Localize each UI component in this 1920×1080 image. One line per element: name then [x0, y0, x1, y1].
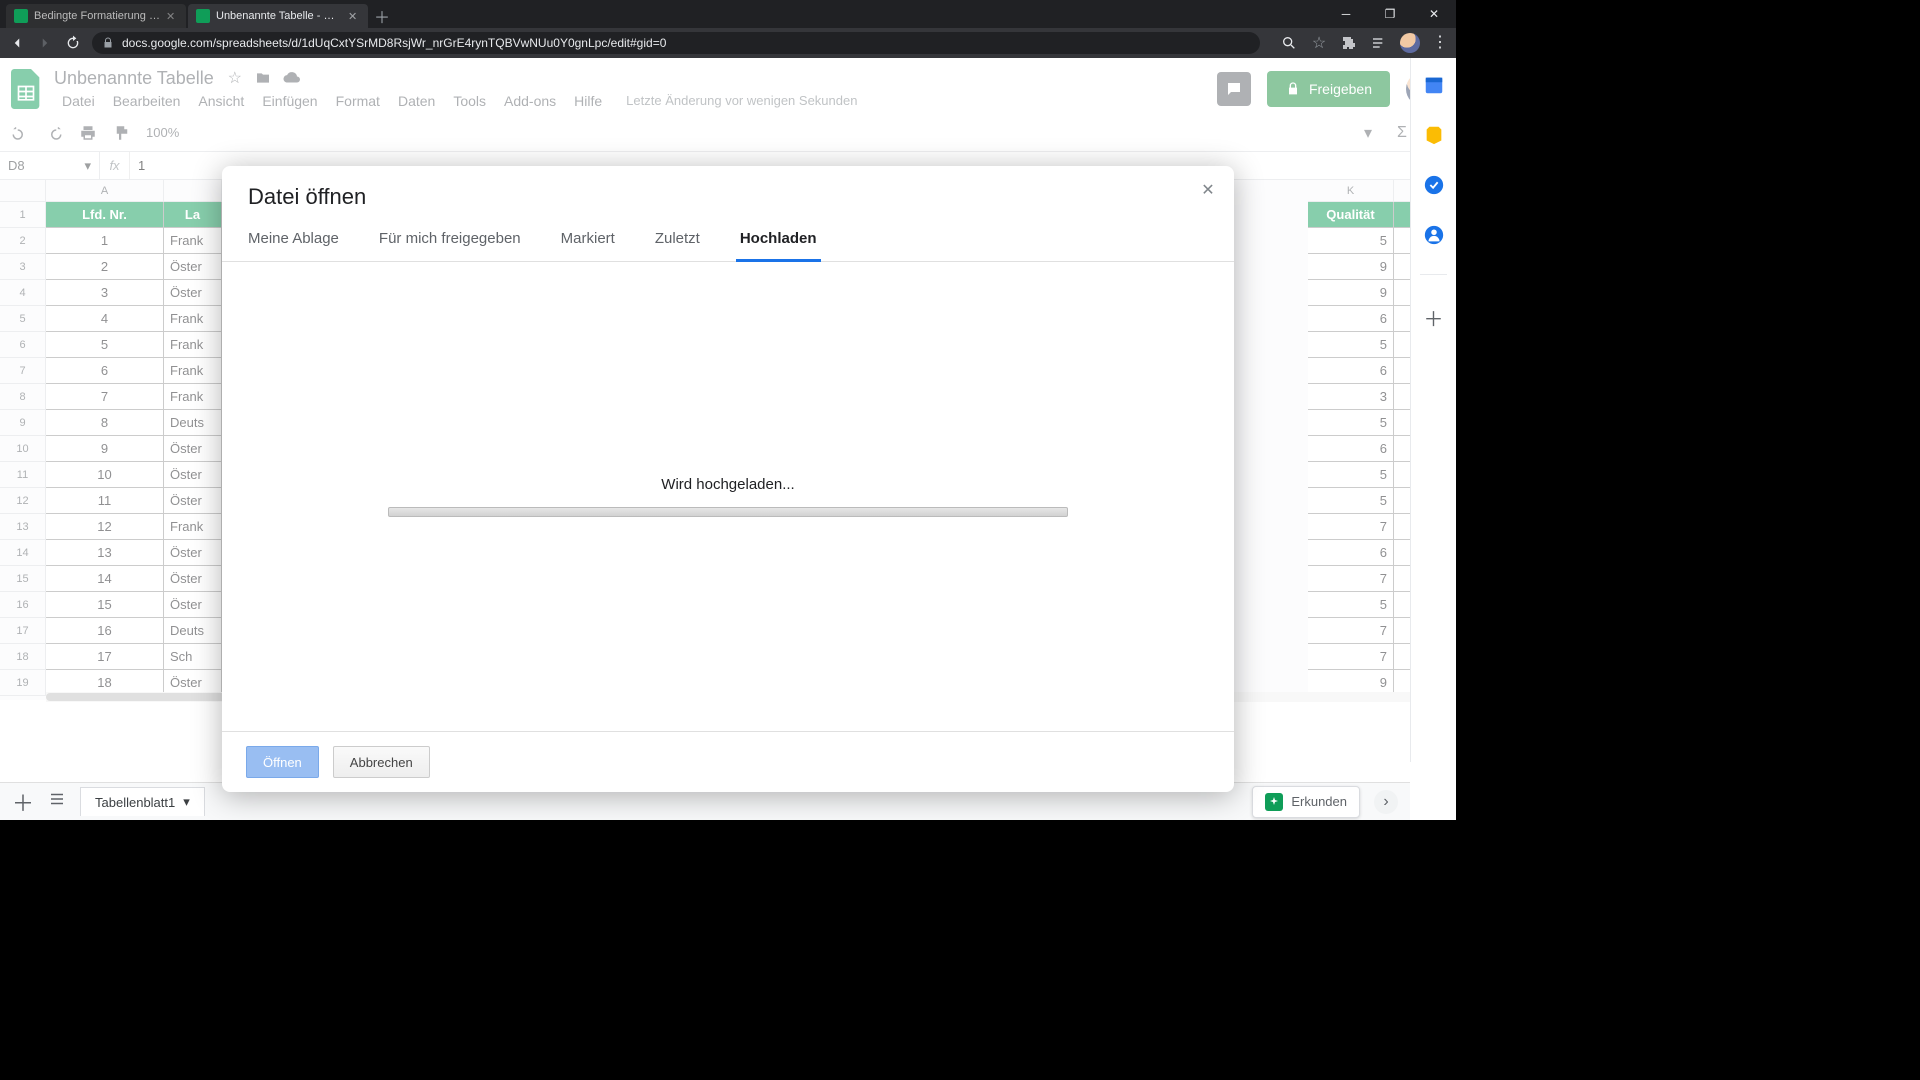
tab-title: Bedingte Formatierung - Google — [34, 10, 160, 22]
file-open-dialog: Datei öffnen ✕ Meine Ablage Für mich fre… — [222, 166, 1234, 792]
nav-reload-icon[interactable] — [64, 34, 82, 52]
sheets-favicon-icon — [196, 9, 210, 23]
browser-tab[interactable]: Unbenannte Tabelle - Google Tab ✕ — [188, 4, 368, 28]
browser-address-bar: docs.google.com/spreadsheets/d/1dUqCxtYS… — [0, 28, 1456, 58]
tab-markiert[interactable]: Markiert — [561, 218, 615, 261]
window-maximize-button[interactable]: ❐ — [1368, 0, 1412, 28]
open-button[interactable]: Öffnen — [246, 746, 319, 778]
nav-forward-icon[interactable] — [36, 34, 54, 52]
browser-tab[interactable]: Bedingte Formatierung - Google ✕ — [6, 4, 186, 28]
new-tab-button[interactable]: ＋ — [370, 4, 394, 28]
url-text: docs.google.com/spreadsheets/d/1dUqCxtYS… — [122, 36, 666, 50]
window-minimize-button[interactable]: ─ — [1324, 0, 1368, 28]
profile-avatar-icon[interactable] — [1400, 33, 1420, 53]
tab-title: Unbenannte Tabelle - Google Tab — [216, 10, 342, 22]
zoom-icon[interactable] — [1280, 34, 1298, 52]
uploading-text: Wird hochgeladen... — [661, 476, 794, 493]
window-close-button[interactable]: ✕ — [1412, 0, 1456, 28]
tab-close-icon[interactable]: ✕ — [348, 10, 360, 22]
extensions-icon[interactable] — [1340, 34, 1358, 52]
dialog-title: Datei öffnen — [222, 166, 1234, 218]
dialog-tabs: Meine Ablage Für mich freigegeben Markie… — [222, 218, 1234, 262]
modal-scrim: Datei öffnen ✕ Meine Ablage Für mich fre… — [0, 58, 1456, 820]
tab-meine-ablage[interactable]: Meine Ablage — [248, 218, 339, 261]
browser-tabstrip: Bedingte Formatierung - Google ✕ Unbenan… — [0, 0, 1456, 28]
url-input[interactable]: docs.google.com/spreadsheets/d/1dUqCxtYS… — [92, 32, 1260, 54]
tab-freigegeben[interactable]: Für mich freigegeben — [379, 218, 521, 261]
tab-zuletzt[interactable]: Zuletzt — [655, 218, 700, 261]
reading-list-icon[interactable] — [1370, 34, 1388, 52]
tab-hochladen[interactable]: Hochladen — [740, 218, 817, 261]
bookmark-star-icon[interactable]: ☆ — [1310, 34, 1328, 52]
sheets-favicon-icon — [14, 9, 28, 23]
tab-close-icon[interactable]: ✕ — [166, 10, 178, 22]
cancel-button[interactable]: Abbrechen — [333, 746, 430, 778]
upload-progress-bar — [388, 507, 1068, 517]
dialog-close-icon[interactable]: ✕ — [1196, 178, 1220, 202]
nav-back-icon[interactable] — [8, 34, 26, 52]
lock-icon — [102, 37, 114, 49]
